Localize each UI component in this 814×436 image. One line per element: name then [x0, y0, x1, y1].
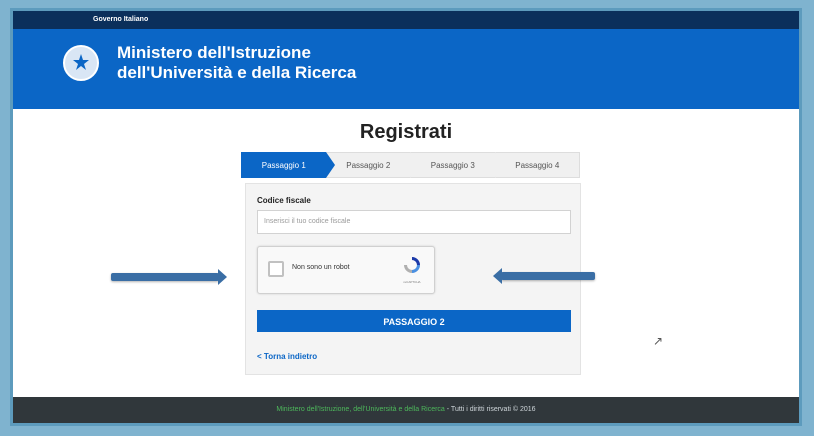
ministry-title-line2: dell'Università e della Ricerca — [117, 63, 357, 82]
left-pointing-arrow — [493, 268, 595, 284]
emblem-icon — [63, 45, 99, 81]
recaptcha-icon — [404, 257, 420, 273]
government-label[interactable]: Governo Italiano — [93, 16, 148, 23]
step-1: Passaggio 1 — [241, 152, 334, 178]
footer-link[interactable]: Ministero dell'Istruzione, dell'Universi… — [276, 406, 444, 413]
footer-copyright: - Tutti i diritti riservati © 2016 — [444, 406, 536, 413]
ministry-title[interactable]: Ministero dell'Istruzione dell'Universit… — [117, 43, 356, 83]
recaptcha-checkbox[interactable] — [268, 261, 284, 277]
step-4: Passaggio 4 — [494, 152, 580, 178]
step-2: Passaggio 2 — [325, 152, 419, 178]
page-footer: Ministero dell'Istruzione, dell'Universi… — [13, 397, 799, 423]
recaptcha-widget: Non sono un robot reCAPTCHA — [257, 246, 435, 294]
back-link[interactable]: < Torna indietro — [257, 352, 317, 361]
government-bar: Governo Italiano — [13, 11, 799, 29]
ministry-title-line1: Ministero dell'Istruzione — [117, 43, 311, 62]
codice-fiscale-input[interactable]: Inserisci il tuo codice fiscale — [257, 210, 571, 234]
recaptcha-brand: reCAPTCHA — [403, 280, 421, 284]
browser-frame: Governo Italiano Ministero dell'Istruzio… — [10, 8, 802, 426]
next-step-button[interactable]: PASSAGGIO 2 — [257, 310, 571, 332]
recaptcha-label: Non sono un robot — [292, 264, 350, 271]
step-3: Passaggio 3 — [410, 152, 503, 178]
step-progress: Passaggio 1 Passaggio 2 Passaggio 3 Pass… — [241, 152, 580, 178]
recaptcha-logo: reCAPTCHA — [398, 255, 426, 287]
right-pointing-arrow — [111, 269, 227, 285]
ministry-header: Ministero dell'Istruzione dell'Universit… — [13, 29, 799, 109]
mouse-cursor-icon: ↗ — [653, 334, 664, 348]
codice-fiscale-label: Codice fiscale — [257, 196, 311, 205]
page-title: Registrati — [359, 121, 453, 143]
